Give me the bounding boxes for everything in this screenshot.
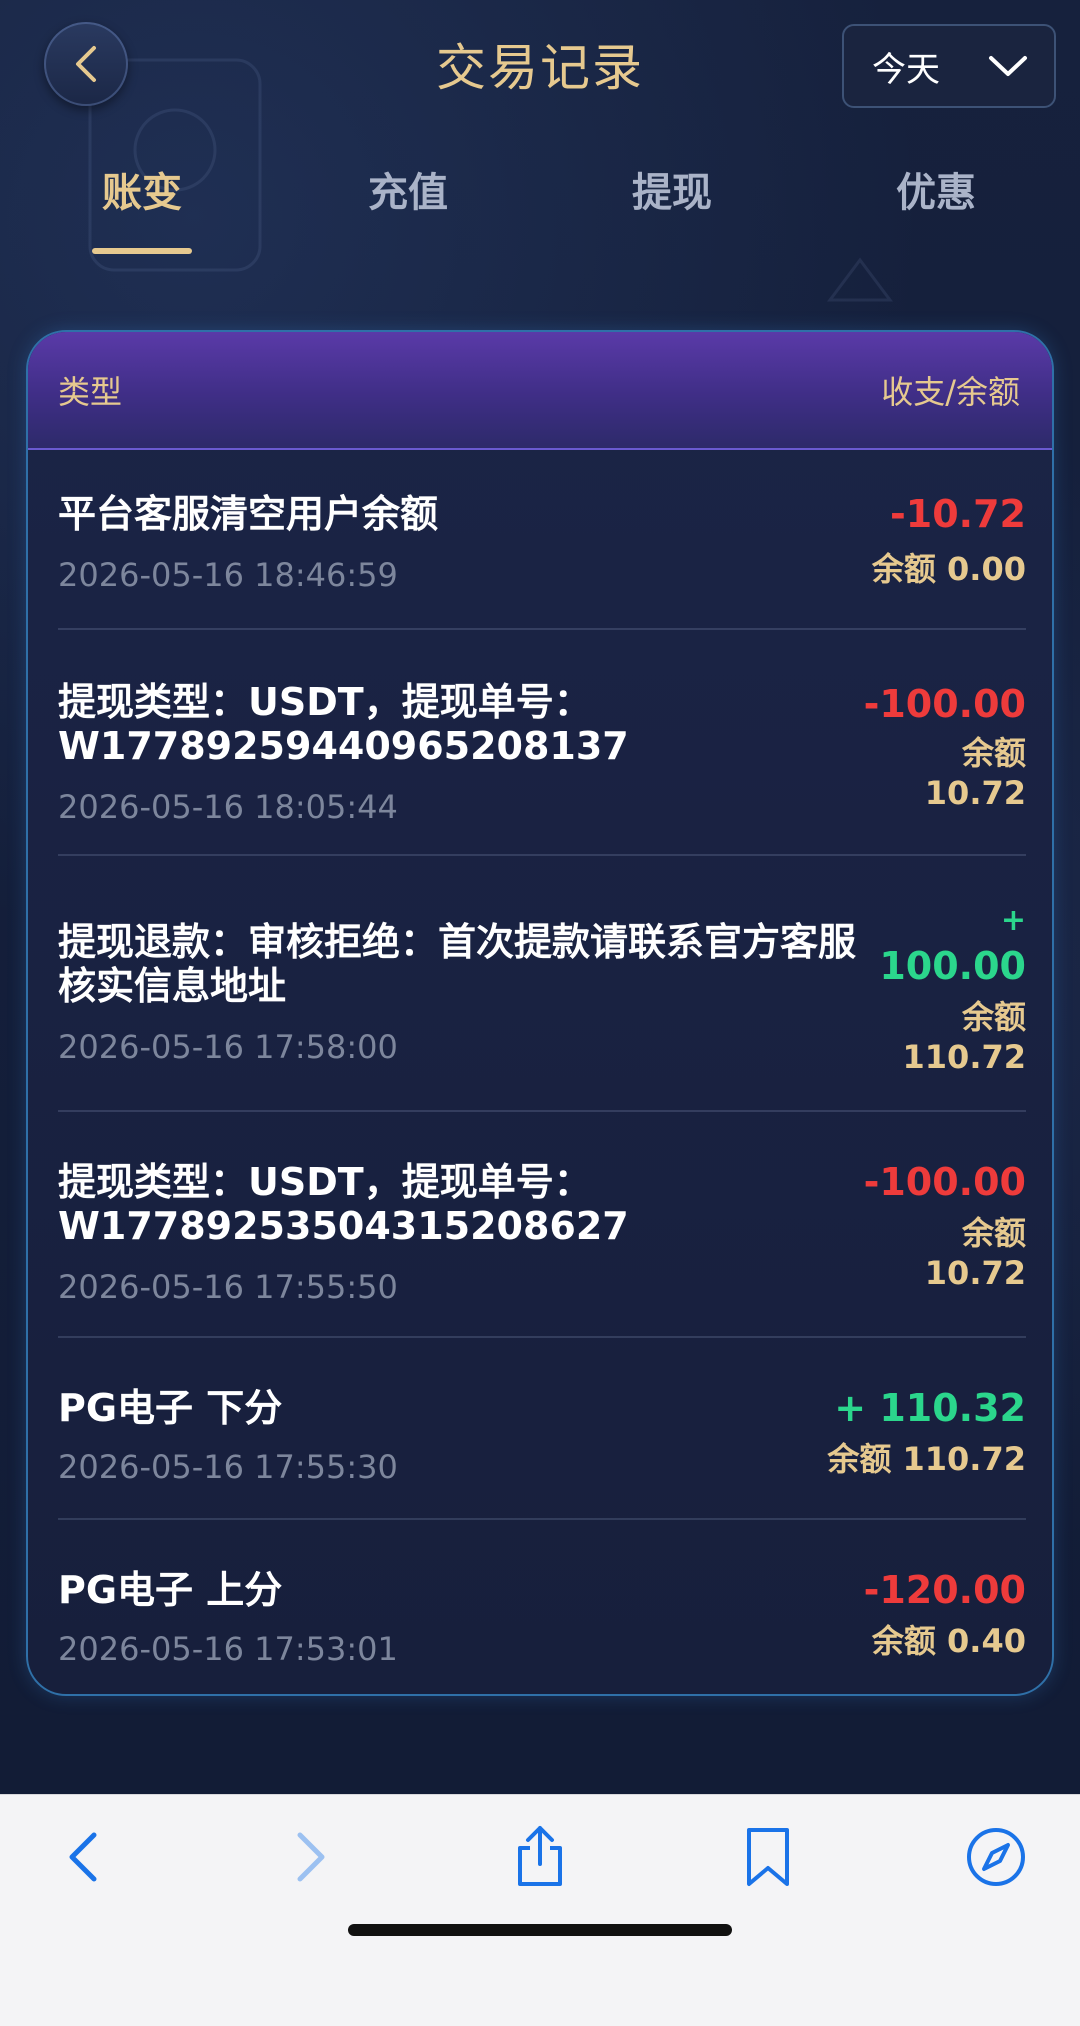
transaction-amount: -100.00 xyxy=(863,1160,1026,1204)
transaction-amount: 100.00 xyxy=(879,944,1026,988)
transaction-time: 2026-05-16 17:53:01 xyxy=(58,1630,398,1668)
transaction-row[interactable]: 平台客服清空用户余额 2026-05-16 18:46:59 -10.72 余额… xyxy=(58,450,1026,630)
tab-withdraw[interactable]: 提现 xyxy=(572,160,772,218)
tab-bar: 账变 充值 提现 优惠 xyxy=(0,160,1080,260)
transaction-title: 提现类型：USDT，提现单号：W17789253504315208627 xyxy=(58,1160,629,1248)
transaction-list: 平台客服清空用户余额 2026-05-16 18:46:59 -10.72 余额… xyxy=(58,450,1026,1690)
transaction-time: 2026-05-16 17:58:00 xyxy=(58,1028,398,1066)
transaction-title: 提现类型：USDT，提现单号：W17789259440965208137 xyxy=(58,680,629,768)
browser-back-button[interactable] xyxy=(44,1817,124,1897)
date-filter-select[interactable]: 今天 xyxy=(842,24,1056,108)
transaction-title: PG电子 上分 xyxy=(58,1568,283,1612)
transaction-balance-label: 余额 xyxy=(961,1214,1026,1252)
browser-forward-button[interactable] xyxy=(270,1817,350,1897)
compass-icon xyxy=(967,1828,1025,1886)
transaction-amount: -100.00 xyxy=(863,682,1026,726)
transaction-amount: -120.00 xyxy=(863,1568,1026,1612)
transaction-row[interactable]: 提现退款：审核拒绝：首次提款请联系官方客服核实信息地址 2026-05-16 1… xyxy=(58,856,1026,1112)
transaction-amount-sign: + xyxy=(1000,903,1026,938)
transaction-amount: -10.72 xyxy=(890,492,1026,536)
tab-account-changes[interactable]: 账变 xyxy=(42,160,242,218)
transaction-title: PG电子 下分 xyxy=(58,1386,283,1430)
transaction-amount: + 110.32 xyxy=(834,1386,1026,1430)
transaction-balance: 110.72 xyxy=(902,1038,1026,1076)
home-indicator xyxy=(348,1924,732,1936)
column-amount-header: 收支/余额 xyxy=(881,373,1020,411)
browser-share-button[interactable] xyxy=(500,1817,580,1897)
tab-promotions[interactable]: 优惠 xyxy=(836,160,1036,218)
transaction-balance-label: 余额 xyxy=(961,734,1026,772)
back-icon xyxy=(69,1832,97,1882)
transaction-time: 2026-05-16 17:55:50 xyxy=(58,1268,398,1306)
share-icon xyxy=(518,1826,562,1886)
bookmarks-icon xyxy=(747,1828,789,1886)
transaction-balance: 余额 0.40 xyxy=(871,1622,1026,1660)
transaction-row[interactable]: 提现类型：USDT，提现单号：W17789259440965208137 202… xyxy=(58,630,1026,856)
transaction-time: 2026-05-16 18:46:59 xyxy=(58,556,398,594)
transaction-balance: 余额 110.72 xyxy=(827,1440,1026,1478)
transaction-title: 提现退款：审核拒绝：首次提款请联系官方客服核实信息地址 xyxy=(58,920,857,1008)
app-screen: 交易记录 今天 账变 充值 提现 优惠 类型 收支/余额 平台客服清空用户余额 … xyxy=(0,0,1080,1794)
transaction-title: 平台客服清空用户余额 xyxy=(58,492,439,536)
transaction-row[interactable]: 提现类型：USDT，提现单号：W17789253504315208627 202… xyxy=(58,1112,1026,1338)
tab-deposit[interactable]: 充值 xyxy=(308,160,508,218)
browser-toolbar xyxy=(0,1794,1080,2026)
transaction-time: 2026-05-16 17:55:30 xyxy=(58,1448,398,1486)
forward-icon xyxy=(297,1832,325,1882)
transaction-row[interactable]: PG电子 下分 2026-05-16 17:55:30 + 110.32 余额 … xyxy=(58,1338,1026,1520)
column-type-header: 类型 xyxy=(58,373,123,411)
transaction-balance: 10.72 xyxy=(924,774,1026,812)
transaction-balance: 余额 0.00 xyxy=(871,550,1026,588)
active-tab-indicator xyxy=(92,248,192,254)
transaction-time: 2026-05-16 18:05:44 xyxy=(58,788,398,826)
transaction-balance-label: 余额 xyxy=(961,998,1026,1036)
transactions-card: 类型 收支/余额 平台客服清空用户余额 2026-05-16 18:46:59 … xyxy=(26,330,1054,1696)
table-header: 类型 收支/余额 xyxy=(28,332,1052,450)
browser-bookmarks-button[interactable] xyxy=(728,1817,808,1897)
chevron-down-icon xyxy=(989,56,1027,76)
browser-safari-button[interactable] xyxy=(956,1817,1036,1897)
transaction-row[interactable]: PG电子 上分 2026-05-16 17:53:01 -120.00 余额 0… xyxy=(58,1520,1026,1690)
date-filter-value: 今天 xyxy=(872,49,940,90)
transaction-balance: 10.72 xyxy=(924,1254,1026,1292)
